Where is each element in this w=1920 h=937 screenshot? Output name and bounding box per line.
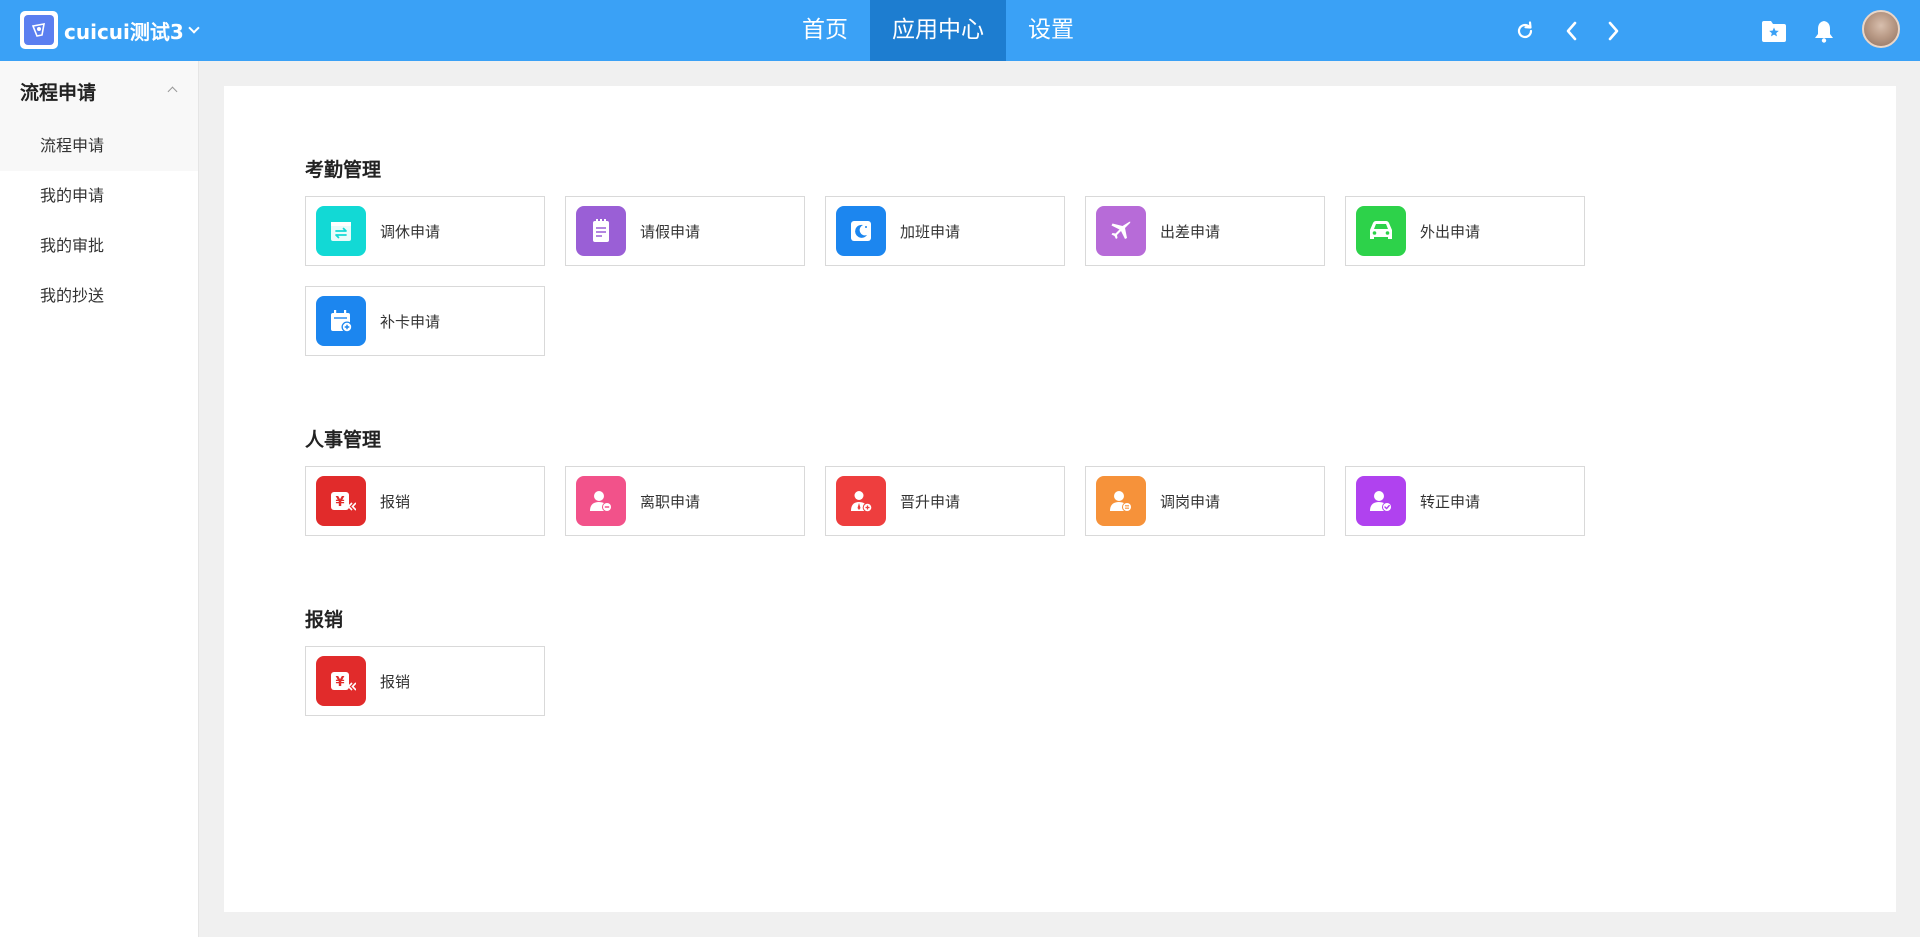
nav-settings[interactable]: 设置 (1006, 0, 1096, 61)
app-card-leave-request[interactable]: 请假申请 (565, 196, 805, 266)
user-check-icon (1356, 476, 1406, 526)
app-card-label: 晋升申请 (900, 492, 961, 511)
user-swap-icon (1096, 476, 1146, 526)
app-card-overtime[interactable]: 加班申请 (825, 196, 1065, 266)
svg-text:¥: ¥ (335, 675, 344, 690)
sidebar-item-my-approvals[interactable]: 我的审批 (0, 221, 198, 271)
chevron-down-icon (188, 22, 200, 34)
app-card-label: 出差申请 (1160, 222, 1221, 241)
section-title-hr: 人事管理 (305, 429, 382, 451)
app-card-business-trip[interactable]: 出差申请 (1085, 196, 1325, 266)
app-logo-icon (20, 11, 58, 49)
main-nav: 首页 应用中心 设置 (780, 0, 1096, 61)
app-card-label: 外出申请 (1420, 222, 1481, 241)
app-card-punch-correction[interactable]: 补卡申请 (305, 286, 545, 356)
sidebar-item-my-requests[interactable]: 我的申请 (0, 171, 198, 221)
sidebar-item-process-apply[interactable]: 流程申请 (0, 121, 198, 171)
app-card-label: 补卡申请 (380, 312, 441, 331)
document-icon (576, 206, 626, 256)
app-card-label: 离职申请 (640, 492, 701, 511)
svg-text:¥: ¥ (335, 495, 344, 510)
sidebar-item-my-cc[interactable]: 我的抄送 (0, 271, 198, 321)
bell-icon[interactable] (1809, 16, 1839, 46)
workspace-switcher[interactable]: cuicui测试3 (20, 11, 200, 49)
moon-icon (836, 206, 886, 256)
app-card-promotion[interactable]: 晋升申请 (825, 466, 1065, 536)
sidebar-group-process[interactable]: 流程申请 (0, 61, 198, 121)
calendar-add-icon (316, 296, 366, 346)
user-avatar[interactable] (1862, 10, 1900, 48)
section-title-attendance: 考勤管理 (305, 159, 382, 181)
car-icon (1356, 206, 1406, 256)
app-card-reimbursement[interactable]: ¥ 报销 (305, 466, 545, 536)
nav-app-center[interactable]: 应用中心 (870, 0, 1006, 61)
app-card-regularization[interactable]: 转正申请 (1345, 466, 1585, 536)
back-arrow-icon[interactable] (1557, 16, 1587, 46)
app-card-label: 调休申请 (380, 222, 441, 241)
yen-icon: ¥ (316, 656, 366, 706)
app-card-label: 调岗申请 (1160, 492, 1221, 511)
app-card-label: 转正申请 (1420, 492, 1481, 511)
app-card-label: 报销 (380, 672, 411, 691)
swap-icon (316, 206, 366, 256)
favorites-folder-icon[interactable] (1759, 16, 1789, 46)
app-card-reimbursement-2[interactable]: ¥ 报销 (305, 646, 545, 716)
app-card-label: 请假申请 (640, 222, 701, 241)
sidebar-group-title: 流程申请 (20, 81, 97, 104)
user-minus-icon (576, 476, 626, 526)
app-card-transfer[interactable]: 调岗申请 (1085, 466, 1325, 536)
nav-home[interactable]: 首页 (780, 0, 870, 61)
app-card-label: 报销 (380, 492, 411, 511)
app-card-leave-in-lieu[interactable]: 调休申请 (305, 196, 545, 266)
app-card-resignation[interactable]: 离职申请 (565, 466, 805, 536)
app-card-label: 加班申请 (900, 222, 961, 241)
user-up-icon (836, 476, 886, 526)
forward-arrow-icon[interactable] (1598, 16, 1628, 46)
workspace-name: cuicui测试3 (64, 19, 184, 44)
chevron-up-icon (167, 86, 178, 97)
section-title-reimbursement: 报销 (305, 609, 344, 631)
yen-icon: ¥ (316, 476, 366, 526)
app-center-panel: 考勤管理 调休申请 请假申请 加班申请 出差申请 外出申请 补卡申请 人事管理 … (224, 86, 1896, 912)
sidebar: 流程申请 流程申请 我的申请 我的审批 我的抄送 (0, 61, 199, 937)
app-card-outing[interactable]: 外出申请 (1345, 196, 1585, 266)
top-bar: cuicui测试3 首页 应用中心 设置 (0, 0, 1920, 61)
refresh-icon[interactable] (1510, 16, 1540, 46)
airplane-icon (1096, 206, 1146, 256)
